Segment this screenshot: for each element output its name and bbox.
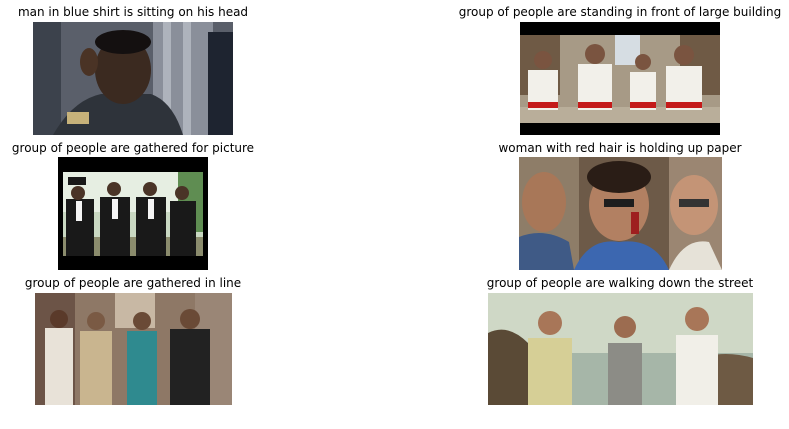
caption-3: group of people are gathered for picture xyxy=(11,141,255,155)
caption-1: man in blue shirt is sitting on his head xyxy=(17,5,249,19)
caption-6: group of people are walking down the str… xyxy=(486,276,754,290)
man-pointing-to-head-photo xyxy=(33,22,233,135)
men-talking-on-phone-photo xyxy=(519,157,722,270)
caption-4: woman with red hair is holding up paper xyxy=(498,141,742,155)
men-dancing-in-street-photo xyxy=(520,22,720,135)
group-walking-in-alley-photo xyxy=(35,293,232,405)
caption-2: group of people are standing in front of… xyxy=(458,5,782,19)
pallbearers-in-suits-photo xyxy=(58,157,208,270)
men-walking-by-sea-photo xyxy=(488,293,753,405)
caption-5: group of people are gathered in line xyxy=(24,276,242,290)
